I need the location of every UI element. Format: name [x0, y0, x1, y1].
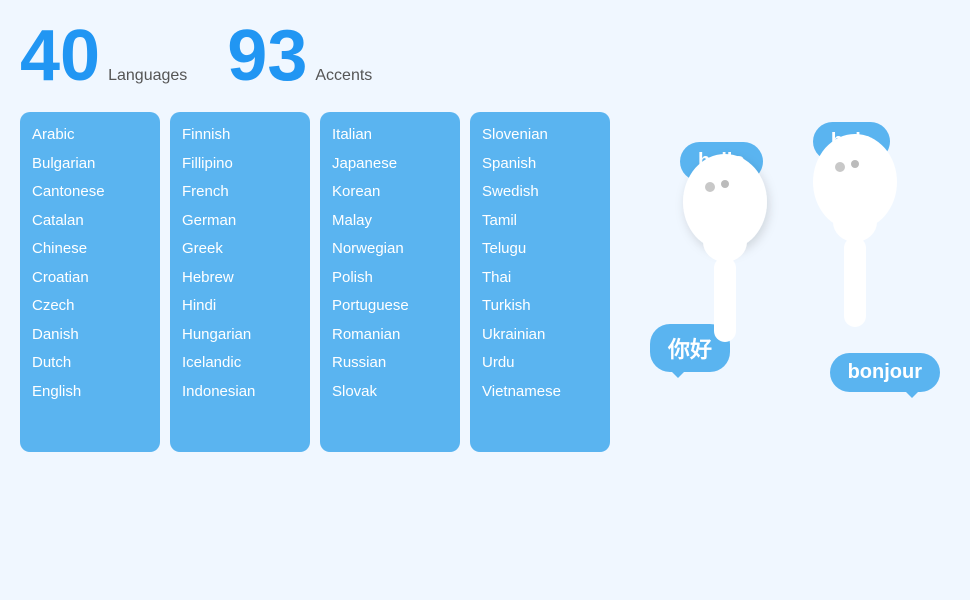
- main-container: 40 Languages 93 Accents ArabicBulgarianC…: [0, 0, 970, 600]
- language-column-col4: SlovenianSpanishSwedishTamilTeluguThaiTu…: [470, 112, 610, 452]
- language-item: Chinese: [32, 236, 148, 263]
- language-item: Dutch: [32, 350, 148, 377]
- language-item: Arabic: [32, 122, 148, 149]
- language-column-col1: ArabicBulgarianCantoneseCatalanChineseCr…: [20, 112, 160, 452]
- language-item: Ukrainian: [482, 322, 598, 349]
- language-item: Russian: [332, 350, 448, 377]
- language-item: Slovenian: [482, 122, 598, 149]
- language-item: Icelandic: [182, 350, 298, 377]
- language-item: Hebrew: [182, 265, 298, 292]
- language-item: Hungarian: [182, 322, 298, 349]
- language-item: Croatian: [32, 265, 148, 292]
- language-item: Swedish: [482, 179, 598, 206]
- language-item: Romanian: [332, 322, 448, 349]
- content-area: ArabicBulgarianCantoneseCatalanChineseCr…: [20, 112, 950, 452]
- language-item: Japanese: [332, 151, 448, 178]
- language-item: English: [32, 379, 148, 406]
- language-item: Turkish: [482, 293, 598, 320]
- language-item: Telugu: [482, 236, 598, 263]
- language-item: Finnish: [182, 122, 298, 149]
- language-item: Korean: [332, 179, 448, 206]
- language-item: Vietnamese: [482, 379, 598, 406]
- language-item: Greek: [182, 236, 298, 263]
- language-column-col3: ItalianJapaneseKoreanMalayNorwegianPolis…: [320, 112, 460, 452]
- language-item: Polish: [332, 265, 448, 292]
- accents-number: 93: [227, 20, 307, 92]
- language-item: Tamil: [482, 208, 598, 235]
- language-item: Bulgarian: [32, 151, 148, 178]
- language-item: Malay: [332, 208, 448, 235]
- language-item: Danish: [32, 322, 148, 349]
- language-item: Fillipino: [182, 151, 298, 178]
- languages-number: 40: [20, 20, 100, 92]
- earbuds-section: hello hola 你好 bonjour: [620, 112, 950, 452]
- language-item: Cantonese: [32, 179, 148, 206]
- language-item: Norwegian: [332, 236, 448, 263]
- language-item: Hindi: [182, 293, 298, 320]
- language-item: Spanish: [482, 151, 598, 178]
- language-item: Portuguese: [332, 293, 448, 320]
- accents-stat: 93 Accents: [227, 20, 372, 92]
- stats-header: 40 Languages 93 Accents: [20, 20, 950, 92]
- languages-label: Languages: [108, 67, 187, 85]
- language-item: Italian: [332, 122, 448, 149]
- earbuds-illustration: [655, 112, 915, 452]
- language-item: Catalan: [32, 208, 148, 235]
- language-columns: ArabicBulgarianCantoneseCatalanChineseCr…: [20, 112, 610, 452]
- language-item: French: [182, 179, 298, 206]
- language-item: Thai: [482, 265, 598, 292]
- accents-label: Accents: [315, 67, 372, 85]
- language-item: Urdu: [482, 350, 598, 377]
- languages-stat: 40 Languages: [20, 20, 187, 92]
- language-item: German: [182, 208, 298, 235]
- language-item: Indonesian: [182, 379, 298, 406]
- language-item: Czech: [32, 293, 148, 320]
- language-item: Slovak: [332, 379, 448, 406]
- language-column-col2: FinnishFillipinoFrenchGermanGreekHebrewH…: [170, 112, 310, 452]
